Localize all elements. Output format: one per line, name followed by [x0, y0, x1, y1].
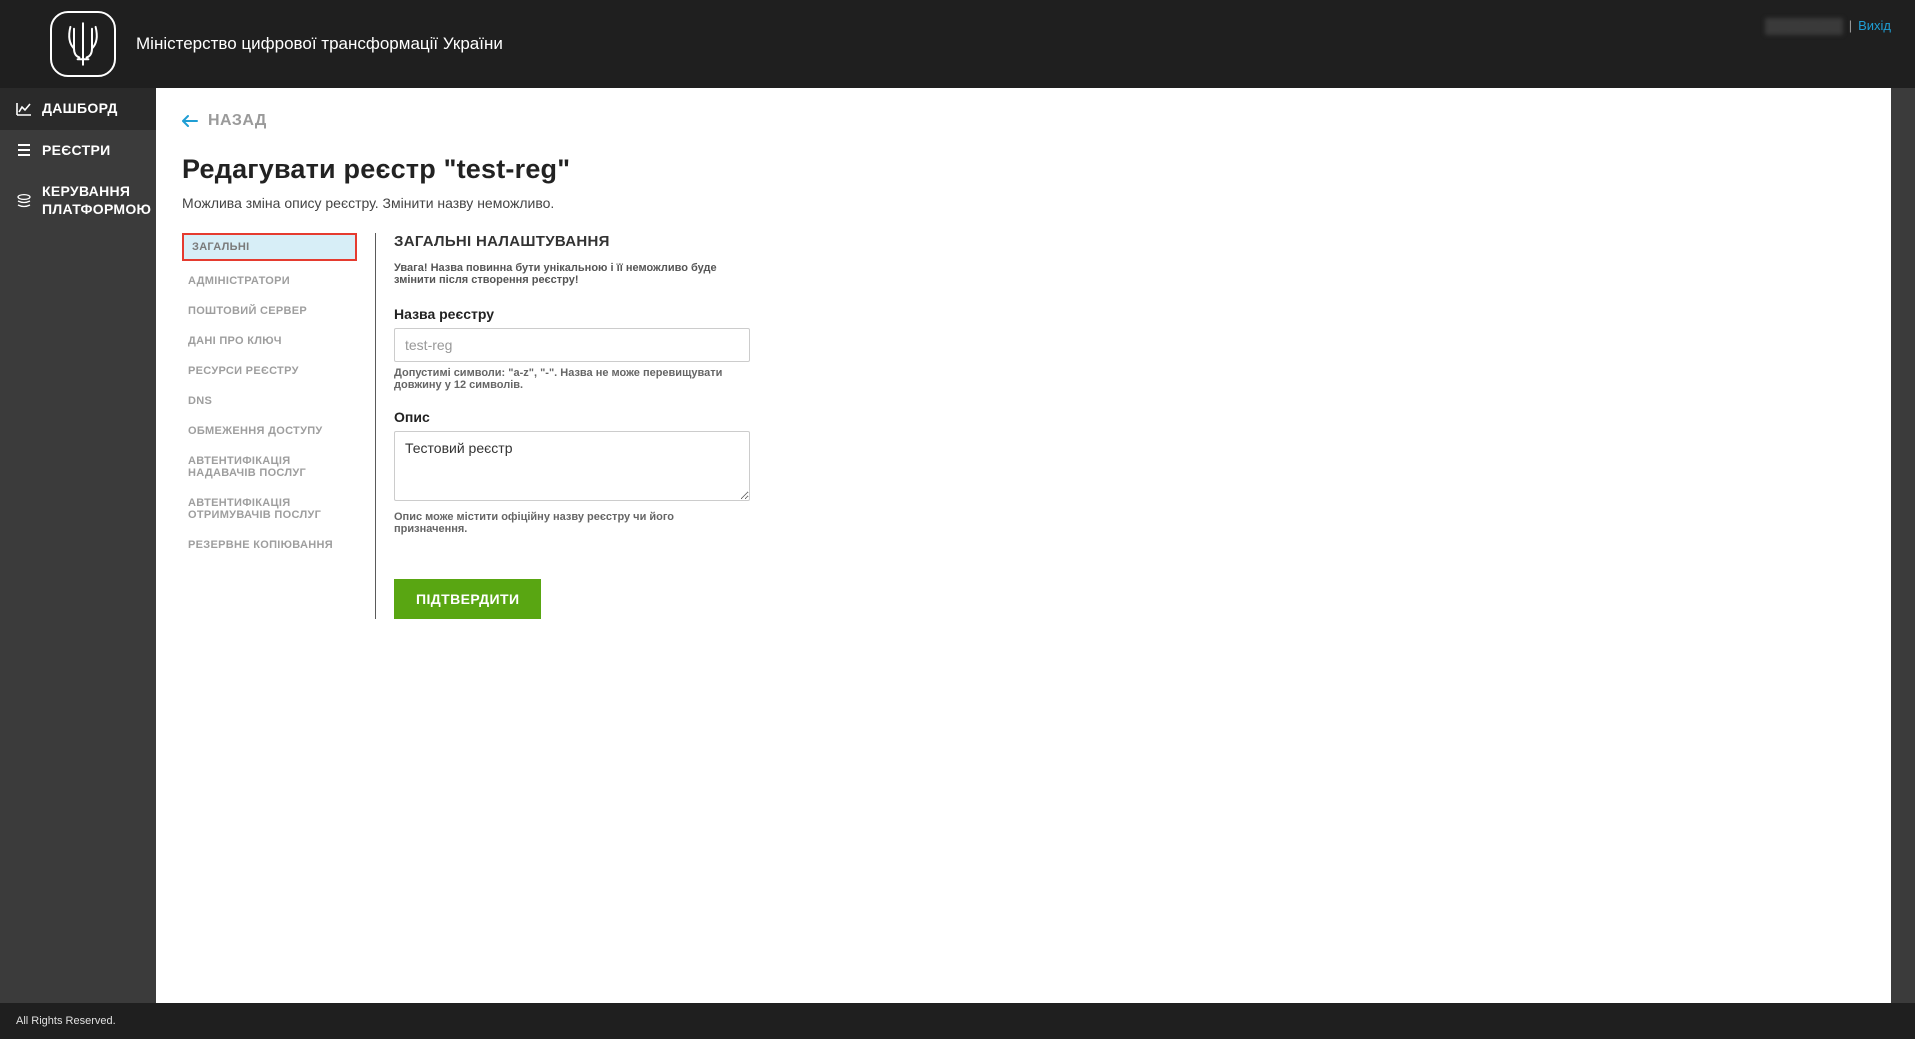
tab-auth-providers[interactable]: АВТЕНТИФІКАЦІЯ НАДАВАЧІВ ПОСЛУГ	[182, 451, 357, 483]
sidebar-item-registries[interactable]: РЕЄСТРИ	[0, 130, 156, 172]
chart-icon	[16, 101, 32, 117]
logo	[50, 11, 116, 77]
arrow-left-icon	[182, 114, 198, 128]
desc-hint: Опис може містити офіційну назву реєстру…	[394, 511, 750, 535]
tab-dns[interactable]: DNS	[182, 391, 357, 411]
name-hint: Допустимі символи: "a-z", "-". Назва не …	[394, 367, 750, 391]
page-subtitle: Можлива зміна опису реєстру. Змінити наз…	[182, 195, 1865, 211]
footer: All Rights Reserved.	[0, 1003, 1915, 1039]
footer-text: All Rights Reserved.	[16, 1015, 116, 1027]
divider	[375, 233, 376, 619]
sidebar-item-label: РЕЄСТРИ	[42, 142, 110, 160]
submit-button[interactable]: ПІДТВЕРДИТИ	[394, 579, 541, 619]
tab-nav: ЗАГАЛЬНІ АДМІНІСТРАТОРИ ПОШТОВИЙ СЕРВЕР …	[182, 233, 357, 619]
logout-link[interactable]: Вихід	[1858, 18, 1891, 33]
tab-auth-recipients[interactable]: АВТЕНТИФІКАЦІЯ ОТРИМУВАЧІВ ПОСЛУГ	[182, 493, 357, 525]
tab-key-data[interactable]: ДАНІ ПРО КЛЮЧ	[182, 331, 357, 351]
form: ЗАГАЛЬНІ НАЛАШТУВАННЯ Увага! Назва повин…	[394, 233, 750, 619]
header: Міністерство цифрової трансформації Укра…	[0, 0, 1915, 88]
back-label: НАЗАД	[208, 112, 267, 130]
tab-layout: ЗАГАЛЬНІ АДМІНІСТРАТОРИ ПОШТОВИЙ СЕРВЕР …	[182, 233, 1865, 619]
page-title: Редагувати реєстр "test-reg"	[182, 154, 1865, 185]
body: ДАШБОРД РЕЄСТРИ КЕРУВАННЯ ПЛАТФОРМОЮ НАЗ…	[0, 88, 1915, 1003]
content: НАЗАД Редагувати реєстр "test-reg" Можли…	[156, 88, 1891, 1003]
separator: |	[1849, 18, 1852, 33]
warning-text: Увага! Назва повинна бути унікальною і ї…	[394, 262, 750, 286]
sidebar-item-label: ДАШБОРД	[42, 100, 118, 118]
header-left: Міністерство цифрової трансформації Укра…	[50, 11, 503, 77]
back-link[interactable]: НАЗАД	[182, 112, 267, 130]
sidebar-item-label: КЕРУВАННЯ ПЛАТФОРМОЮ	[42, 183, 151, 218]
list-icon	[16, 142, 32, 158]
header-right: username | Вихід	[1765, 18, 1891, 35]
tab-mail-server[interactable]: ПОШТОВИЙ СЕРВЕР	[182, 301, 357, 321]
tab-administrators[interactable]: АДМІНІСТРАТОРИ	[182, 271, 357, 291]
tab-access[interactable]: ОБМЕЖЕННЯ ДОСТУПУ	[182, 421, 357, 441]
tab-backup[interactable]: РЕЗЕРВНЕ КОПІЮВАННЯ	[182, 535, 357, 555]
desc-label: Опис	[394, 409, 750, 425]
section-title: ЗАГАЛЬНІ НАЛАШТУВАННЯ	[394, 233, 750, 250]
header-title: Міністерство цифрової трансформації Укра…	[136, 34, 503, 54]
registry-name-input	[394, 328, 750, 362]
sidebar-item-platform[interactable]: КЕРУВАННЯ ПЛАТФОРМОЮ	[0, 171, 156, 230]
description-textarea[interactable]	[394, 431, 750, 501]
name-label: Назва реєстру	[394, 306, 750, 322]
sidebar: ДАШБОРД РЕЄСТРИ КЕРУВАННЯ ПЛАТФОРМОЮ	[0, 88, 156, 1003]
stack-icon	[16, 193, 32, 209]
tab-resources[interactable]: РЕСУРСИ РЕЄСТРУ	[182, 361, 357, 381]
trident-icon	[65, 21, 101, 67]
sidebar-item-dashboard[interactable]: ДАШБОРД	[0, 88, 156, 130]
tab-general[interactable]: ЗАГАЛЬНІ	[182, 233, 357, 261]
user-name: username	[1765, 18, 1843, 35]
